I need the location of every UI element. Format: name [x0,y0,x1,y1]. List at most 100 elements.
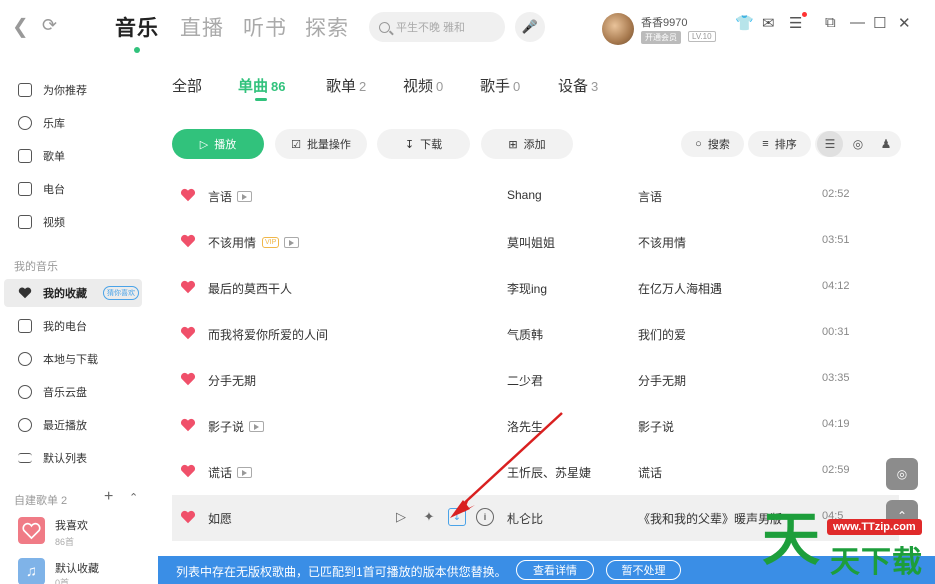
table-row[interactable]: 分手无期 二少君 分手无期 03:35 [172,357,899,403]
minimize-icon[interactable]: — [850,14,865,31]
add-button[interactable]: ⊞ 添加 [481,129,573,159]
sidebar-item-default-list[interactable]: 默认列表 [18,446,87,470]
song-title[interactable]: 最后的莫西干人 [208,280,292,297]
table-row[interactable]: 谎话 王忻辰、苏星婕 谎话 02:59 [172,449,899,495]
play-icon[interactable]: ▷ [392,508,410,526]
refresh-icon[interactable]: ⟳ [42,15,57,36]
list-view-icon[interactable]: ☰ [817,131,843,157]
song-artist[interactable]: 二少君 [507,372,543,389]
table-row[interactable]: 不该用情 VIP 莫叫姐姐 不该用情 03:51 [172,219,899,265]
mv-icon[interactable] [237,191,253,202]
sidebar-item-library[interactable]: 乐库 [18,111,65,135]
avatar[interactable] [602,13,634,45]
song-title[interactable]: 而我将爱你所爱的人间 [208,326,328,343]
song-artist[interactable]: 札仑比 [507,510,543,527]
table-row[interactable]: 影子说 洛先生 影子说 04:19 [172,403,899,449]
download-button[interactable]: ↧ 下载 [377,129,470,159]
sidebar-item-recent[interactable]: 最近播放 [18,413,87,437]
table-row[interactable]: 最后的莫西干人 李现ing 在亿万人海相遇 04:12 [172,265,899,311]
tab-music[interactable]: 音乐 [115,12,159,42]
add-to-icon[interactable]: ✦ [420,508,438,526]
sidebar-item-favorites[interactable]: 我的收藏 [18,285,87,301]
tab-videos[interactable]: 视频 0 [403,75,443,96]
song-artist[interactable]: 李现ing [507,280,547,297]
batch-button[interactable]: ☑ 批量操作 [275,129,367,159]
guess-you-like-chip[interactable]: 猜你喜欢 [103,286,139,300]
song-album[interactable]: 影子说 [638,418,674,435]
tab-singers[interactable]: 歌手 0 [480,75,520,96]
vip-open-badge[interactable]: 开通会员 [641,31,681,44]
sidebar-item-local-download[interactable]: 本地与下载 [18,347,98,371]
song-album[interactable]: 谎话 [638,464,662,481]
liked-heart-icon[interactable] [180,234,196,248]
locate-current-icon[interactable]: ◎ [886,458,918,490]
sidebar-item-video[interactable]: 视频 [18,210,65,234]
sidebar-item-my-radio[interactable]: 我的电台 [18,314,87,338]
mail-icon[interactable]: ✉ [762,14,775,32]
view-details-button[interactable]: 查看详情 [516,560,594,580]
mini-mode-icon[interactable]: ⧉ [825,14,836,31]
playlist-thumb-liked[interactable] [18,517,45,544]
close-icon[interactable]: ✕ [898,14,911,32]
ignore-button[interactable]: 暂不处理 [606,560,681,580]
menu-icon[interactable]: ☰ [789,14,802,32]
search-input[interactable]: 平生不晚 雅和 [369,12,505,42]
download-icon[interactable]: ↧ [448,508,466,526]
song-artist[interactable]: Shang [507,188,542,202]
info-icon[interactable]: i [476,508,494,526]
tab-explore[interactable]: 探索 [305,12,349,42]
sidebar-item-radio[interactable]: 电台 [18,177,65,201]
singer-view-icon[interactable]: ♟ [873,131,899,157]
sidebar-item-playlists[interactable]: 歌单 [18,144,65,168]
song-album[interactable]: 分手无期 [638,372,686,389]
sort-button[interactable]: ≡ 排序 [748,131,811,157]
song-artist[interactable]: 气质韩 [507,326,543,343]
tab-live[interactable]: 直播 [180,12,224,42]
song-album[interactable]: 不该用情 [638,234,686,251]
sidebar-item-recommend[interactable]: 为你推荐 [18,78,87,102]
collapse-icon[interactable]: ⌃ [129,491,138,504]
mv-icon[interactable] [249,421,265,432]
playlist-thumb-default[interactable]: ♫ [18,558,45,584]
table-row[interactable]: 而我将爱你所爱的人间 气质韩 我们的爱 00:31 [172,311,899,357]
liked-heart-icon[interactable] [180,418,196,432]
tab-songs[interactable]: 单曲 86 [238,75,285,96]
table-row[interactable]: 言语 Shang 言语 02:52 [172,173,899,219]
sidebar-item-cloud[interactable]: 音乐云盘 [18,380,87,404]
song-album[interactable]: 在亿万人海相遇 [638,280,722,297]
song-artist[interactable]: 洛先生 [507,418,543,435]
album-view-icon[interactable]: ◎ [845,131,871,157]
voice-search-icon[interactable]: 🎤 [515,12,545,42]
tab-playlists[interactable]: 歌单 2 [326,75,366,96]
search-songs-button[interactable]: ○ 搜索 [681,131,744,157]
tab-devices[interactable]: 设备 3 [558,75,598,96]
tab-all[interactable]: 全部 [172,75,202,96]
song-artist[interactable]: 王忻辰、苏星婕 [507,464,591,481]
username[interactable]: 香香9970 [641,14,687,30]
song-album[interactable]: 言语 [638,188,662,205]
skin-icon[interactable]: 👕 [735,14,754,32]
song-title[interactable]: 谎话 [208,464,253,481]
playlist-name[interactable]: 默认收藏 [55,560,99,576]
song-title[interactable]: 影子说 [208,418,265,435]
liked-heart-icon[interactable] [180,326,196,340]
liked-heart-icon[interactable] [180,280,196,294]
song-title[interactable]: 如愿 [208,510,232,527]
liked-heart-icon[interactable] [180,464,196,478]
song-album[interactable]: 《我和我的父辈》暖声男版 [638,510,782,527]
liked-heart-icon[interactable] [180,188,196,202]
playlist-name[interactable]: 我喜欢 [55,517,88,533]
mv-icon[interactable] [284,237,300,248]
song-title[interactable]: 分手无期 [208,372,256,389]
add-playlist-icon[interactable]: + [104,488,113,506]
song-album[interactable]: 我们的爱 [638,326,686,343]
song-artist[interactable]: 莫叫姐姐 [507,234,555,251]
mv-icon[interactable] [237,467,253,478]
liked-heart-icon[interactable] [180,510,196,524]
play-all-button[interactable]: ▷ 播放 [172,129,264,159]
liked-heart-icon[interactable] [180,372,196,386]
song-title[interactable]: 不该用情 VIP [208,234,300,251]
song-title[interactable]: 言语 [208,188,253,205]
tab-audiobook[interactable]: 听书 [243,12,287,42]
maximize-icon[interactable]: ☐ [873,14,886,32]
